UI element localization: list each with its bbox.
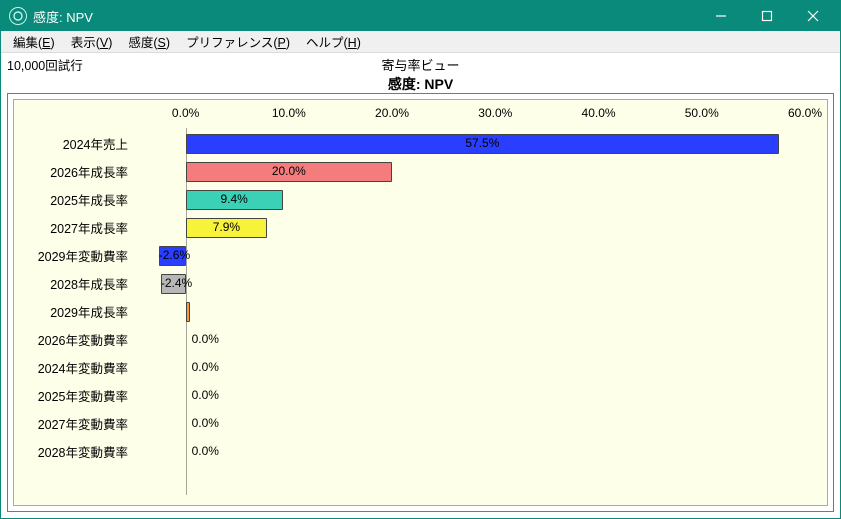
y-category-label: 2027年成長率 [14, 218, 134, 237]
menu-h[interactable]: ヘルプ(H) [298, 30, 369, 53]
chart-bar-label: -2.6% [159, 248, 186, 262]
y-category-label: 2029年変動費率 [14, 246, 134, 265]
app-window: 感度: NPV 編集(E)表示(V)感度(S)プリファレンス(P)ヘルプ(H) … [0, 0, 841, 519]
chart-bar [186, 302, 190, 322]
menu-bar: 編集(E)表示(V)感度(S)プリファレンス(P)ヘルプ(H) [1, 31, 840, 53]
chart-bar-label: 20.0% [186, 164, 392, 178]
maximize-button[interactable] [744, 1, 790, 31]
chart-bar-label: 57.5% [186, 136, 780, 150]
minimize-button[interactable] [698, 1, 744, 31]
minimize-icon [715, 10, 727, 22]
y-category-label: 2026年変動費率 [14, 330, 134, 349]
x-tick-label: 40.0% [582, 106, 616, 120]
menu-s[interactable]: 感度(S) [120, 30, 178, 53]
close-icon [807, 10, 819, 22]
chart-bar-label: -2.4% [161, 276, 186, 290]
y-category-label: 2026年成長率 [14, 162, 134, 181]
x-tick-label: 30.0% [478, 106, 512, 120]
chart-bar-label: 9.4% [186, 192, 283, 206]
app-icon [9, 7, 27, 25]
chart-bar-label: 0.0% [192, 444, 219, 458]
x-tick-label: 60.0% [788, 106, 822, 120]
x-tick-label: 50.0% [685, 106, 719, 120]
menu-v[interactable]: 表示(V) [63, 30, 121, 53]
x-tick-label: 20.0% [375, 106, 409, 120]
window-title: 感度: NPV [33, 7, 93, 26]
menu-p[interactable]: プリファレンス(P) [178, 30, 298, 53]
chart-bar-label: 0.0% [192, 332, 219, 346]
title-bar[interactable]: 感度: NPV [1, 1, 840, 31]
x-tick-label: 10.0% [272, 106, 306, 120]
chart-plot-bg: 0.0% 10.0% 20.0% 30.0% 40.0% 50.0% 60.0% 2024年売… [13, 99, 828, 506]
y-category-label: 2024年変動費率 [14, 358, 134, 377]
y-category-label: 2025年成長率 [14, 190, 134, 209]
y-category-label: 2027年変動費率 [14, 414, 134, 433]
chart-bar-label: 0.0% [192, 416, 219, 430]
chart-subtitle: 寄与率ビュー [5, 55, 836, 74]
y-category-label: 2028年変動費率 [14, 442, 134, 461]
y-category-label: 2025年変動費率 [14, 386, 134, 405]
client-area: 10,000回試行 寄与率ビュー 感度: NPV 0.0% 10.0% 20.0% 3… [1, 53, 840, 518]
y-category-label: 2029年成長率 [14, 302, 134, 321]
maximize-icon [761, 10, 773, 22]
y-category-label: 2024年売上 [14, 134, 134, 153]
chart-bar-label: 7.9% [186, 220, 268, 234]
y-category-label: 2028年成長率 [14, 274, 134, 293]
trials-count: 10,000回試行 [7, 55, 83, 74]
menu-e[interactable]: 編集(E) [5, 30, 63, 53]
x-tick-label: 0.0% [172, 106, 199, 120]
close-button[interactable] [790, 1, 836, 31]
chart-frame-outer: 0.0% 10.0% 20.0% 30.0% 40.0% 50.0% 60.0% 2024年売… [7, 93, 834, 512]
chart-bar-label: 0.0% [192, 360, 219, 374]
chart-bar-label: 0.0% [192, 388, 219, 402]
chart-title: 感度: NPV [5, 74, 836, 94]
chart-plot-area: 0.0%10.0%20.0%30.0%40.0%50.0%60.0%2024年売… [134, 128, 805, 495]
